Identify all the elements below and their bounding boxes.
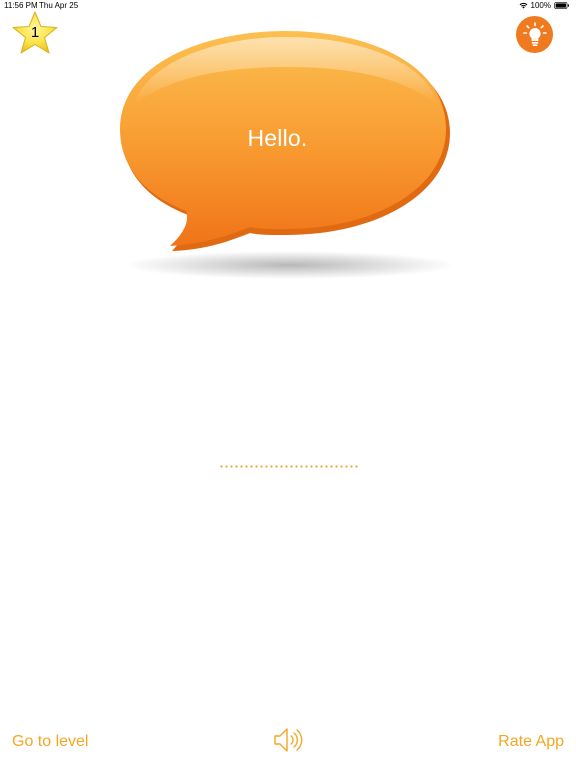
battery-percent: 100% — [530, 1, 551, 10]
wifi-icon — [519, 2, 527, 9]
go-to-level-button[interactable]: Go to level — [12, 733, 88, 751]
battery-icon — [554, 2, 569, 9]
hint-button[interactable] — [516, 16, 553, 53]
rate-app-button[interactable]: Rate App — [498, 733, 564, 751]
lightbulb-icon — [522, 21, 547, 46]
level-star[interactable]: 1 — [10, 10, 60, 56]
status-right: 100% — [519, 1, 570, 10]
speech-bubble — [110, 25, 460, 290]
app-screen: 11:56 PM Thu Apr 25 100% 1 Hello. Go to … — [0, 0, 576, 768]
sound-button[interactable] — [272, 726, 304, 754]
status-date: Thu Apr 25 — [39, 1, 79, 10]
speaker-icon — [274, 728, 303, 752]
answer-dots — [219, 465, 359, 468]
status-time: 11:56 PM — [4, 1, 38, 10]
answer-input-slots[interactable] — [219, 458, 359, 470]
level-number: 1 — [30, 24, 40, 41]
bubble-text: Hello. — [247, 125, 308, 151]
status-bar: 11:56 PM Thu Apr 25 100% — [0, 0, 576, 12]
